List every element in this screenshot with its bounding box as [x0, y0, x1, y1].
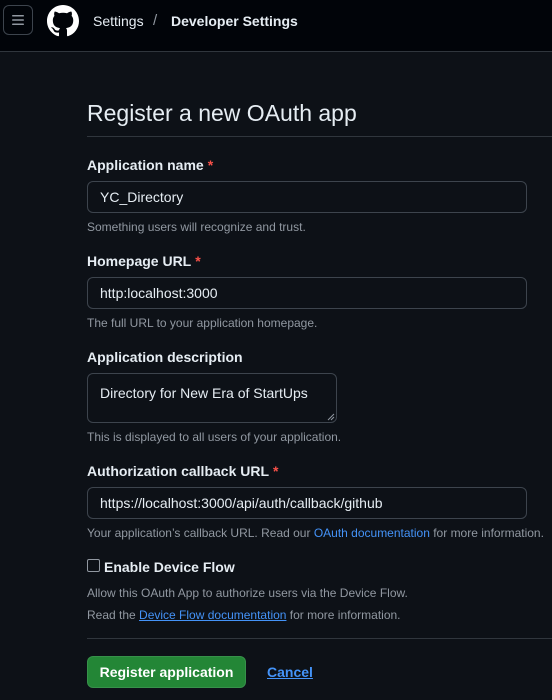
required-mark: *: [273, 463, 279, 479]
homepage-url-input[interactable]: [87, 277, 527, 309]
homepage-url-label: Homepage URL *: [87, 253, 201, 269]
cancel-link[interactable]: Cancel: [267, 664, 313, 680]
application-name-label: Application name *: [87, 157, 214, 173]
github-logo-icon[interactable]: [47, 5, 79, 37]
application-name-hint: Something users will recognize and trust…: [87, 220, 306, 234]
required-mark: *: [207, 157, 214, 173]
application-name-input[interactable]: [87, 181, 527, 213]
hamburger-menu-button[interactable]: [3, 5, 33, 35]
callback-url-label: Authorization callback URL *: [87, 463, 279, 479]
hamburger-icon: [12, 15, 24, 25]
application-description-textarea[interactable]: Directory for New Era of StartUps: [87, 373, 337, 423]
enable-device-flow-label[interactable]: Enable Device Flow: [104, 559, 235, 575]
callback-url-hint: Your application’s callback URL. Read ou…: [87, 526, 544, 540]
required-mark: *: [195, 253, 201, 269]
resize-grip-icon[interactable]: [327, 413, 335, 421]
breadcrumb-developer-settings[interactable]: Developer Settings: [171, 13, 298, 29]
application-description-label: Application description: [87, 349, 243, 365]
title-divider: [87, 136, 552, 137]
top-header: Settings / Developer Settings: [0, 0, 552, 52]
callback-url-input[interactable]: [87, 487, 527, 519]
enable-device-flow-checkbox[interactable]: [87, 559, 100, 572]
device-flow-docs-hint: Read the Device Flow documentation for m…: [87, 608, 401, 622]
homepage-url-hint: The full URL to your application homepag…: [87, 316, 318, 330]
register-application-button[interactable]: Register application: [87, 656, 246, 688]
breadcrumb-settings[interactable]: Settings: [93, 13, 144, 29]
application-description-hint: This is displayed to all users of your a…: [87, 430, 342, 444]
breadcrumb-separator: /: [153, 12, 158, 29]
form-divider: [87, 638, 552, 639]
oauth-documentation-link[interactable]: OAuth documentation: [314, 526, 430, 540]
device-flow-documentation-link[interactable]: Device Flow documentation: [139, 608, 286, 622]
page-title: Register a new OAuth app: [87, 100, 357, 126]
device-flow-hint: Allow this OAuth App to authorize users …: [87, 586, 408, 600]
